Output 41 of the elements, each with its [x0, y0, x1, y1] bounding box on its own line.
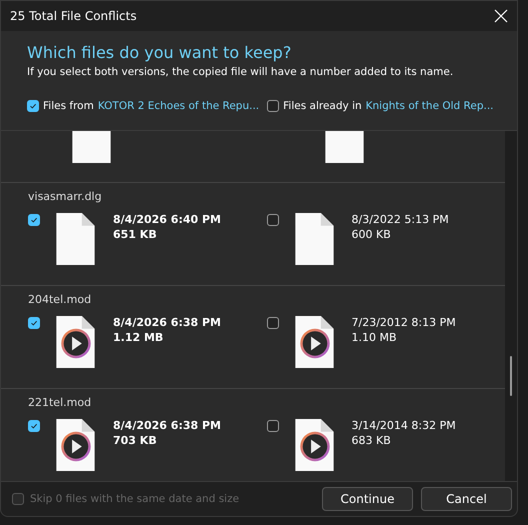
- file-date: 3/14/2014 8:32 PM: [352, 418, 456, 433]
- window-title: 25 Total File Conflicts: [10, 9, 137, 23]
- file-name: visasmarr.dlg: [28, 190, 103, 203]
- file-checkbox[interactable]: [266, 420, 278, 432]
- dialog-subtitle: If you select both versions, the copied file will have a number added to its name.: [27, 66, 454, 78]
- scrollbar[interactable]: [505, 131, 517, 481]
- file-checkbox[interactable]: [28, 317, 40, 329]
- file-size: 1.10 MB: [352, 330, 398, 345]
- file-date: 8/3/2022 5:13 PM: [352, 212, 449, 227]
- folder-link[interactable]: KOTOR 2 Echoes of the Repu...: [98, 100, 260, 112]
- file-date: 8/4/2026 6:38 PM: [113, 418, 221, 433]
- media-file-icon: [55, 315, 96, 369]
- file-name: 221tel.mod: [28, 396, 92, 409]
- media-file-icon: [55, 418, 96, 472]
- folder-link[interactable]: Knights of the Old Rep...: [366, 100, 494, 112]
- file-icon: [294, 212, 334, 266]
- file-checkbox[interactable]: [28, 214, 40, 226]
- media-file-icon: [294, 418, 334, 472]
- file-size: 600 KB: [352, 227, 392, 242]
- file-name: 204tel.mod: [28, 293, 92, 306]
- source-checkbox[interactable]: [27, 100, 39, 112]
- source-label: Files already in: [283, 100, 362, 112]
- dialog-button[interactable]: Cancel: [421, 487, 512, 511]
- file-date: 8/4/2026 6:38 PM: [113, 315, 221, 330]
- file-icon: [55, 212, 96, 266]
- source-label: Files from: [43, 100, 94, 112]
- file-checkbox[interactable]: [266, 317, 278, 329]
- close-icon[interactable]: [493, 8, 509, 24]
- dialog-button[interactable]: Continue: [322, 487, 413, 511]
- skip-label: Skip 0 files with the same date and size: [30, 493, 240, 505]
- file-size: 651 KB: [113, 227, 158, 242]
- file-size: 1.12 MB: [113, 330, 164, 345]
- file-size: 703 KB: [113, 433, 158, 448]
- file-date: 8/4/2026 6:40 PM: [113, 212, 221, 227]
- media-file-icon: [294, 315, 334, 369]
- file-size: 683 KB: [352, 433, 392, 448]
- file-checkbox[interactable]: [266, 214, 278, 226]
- dialog-heading: Which files do you want to keep?: [27, 43, 292, 62]
- file-date: 7/23/2012 8:13 PM: [352, 315, 456, 330]
- file-checkbox[interactable]: [28, 420, 40, 432]
- source-checkbox[interactable]: [267, 100, 280, 112]
